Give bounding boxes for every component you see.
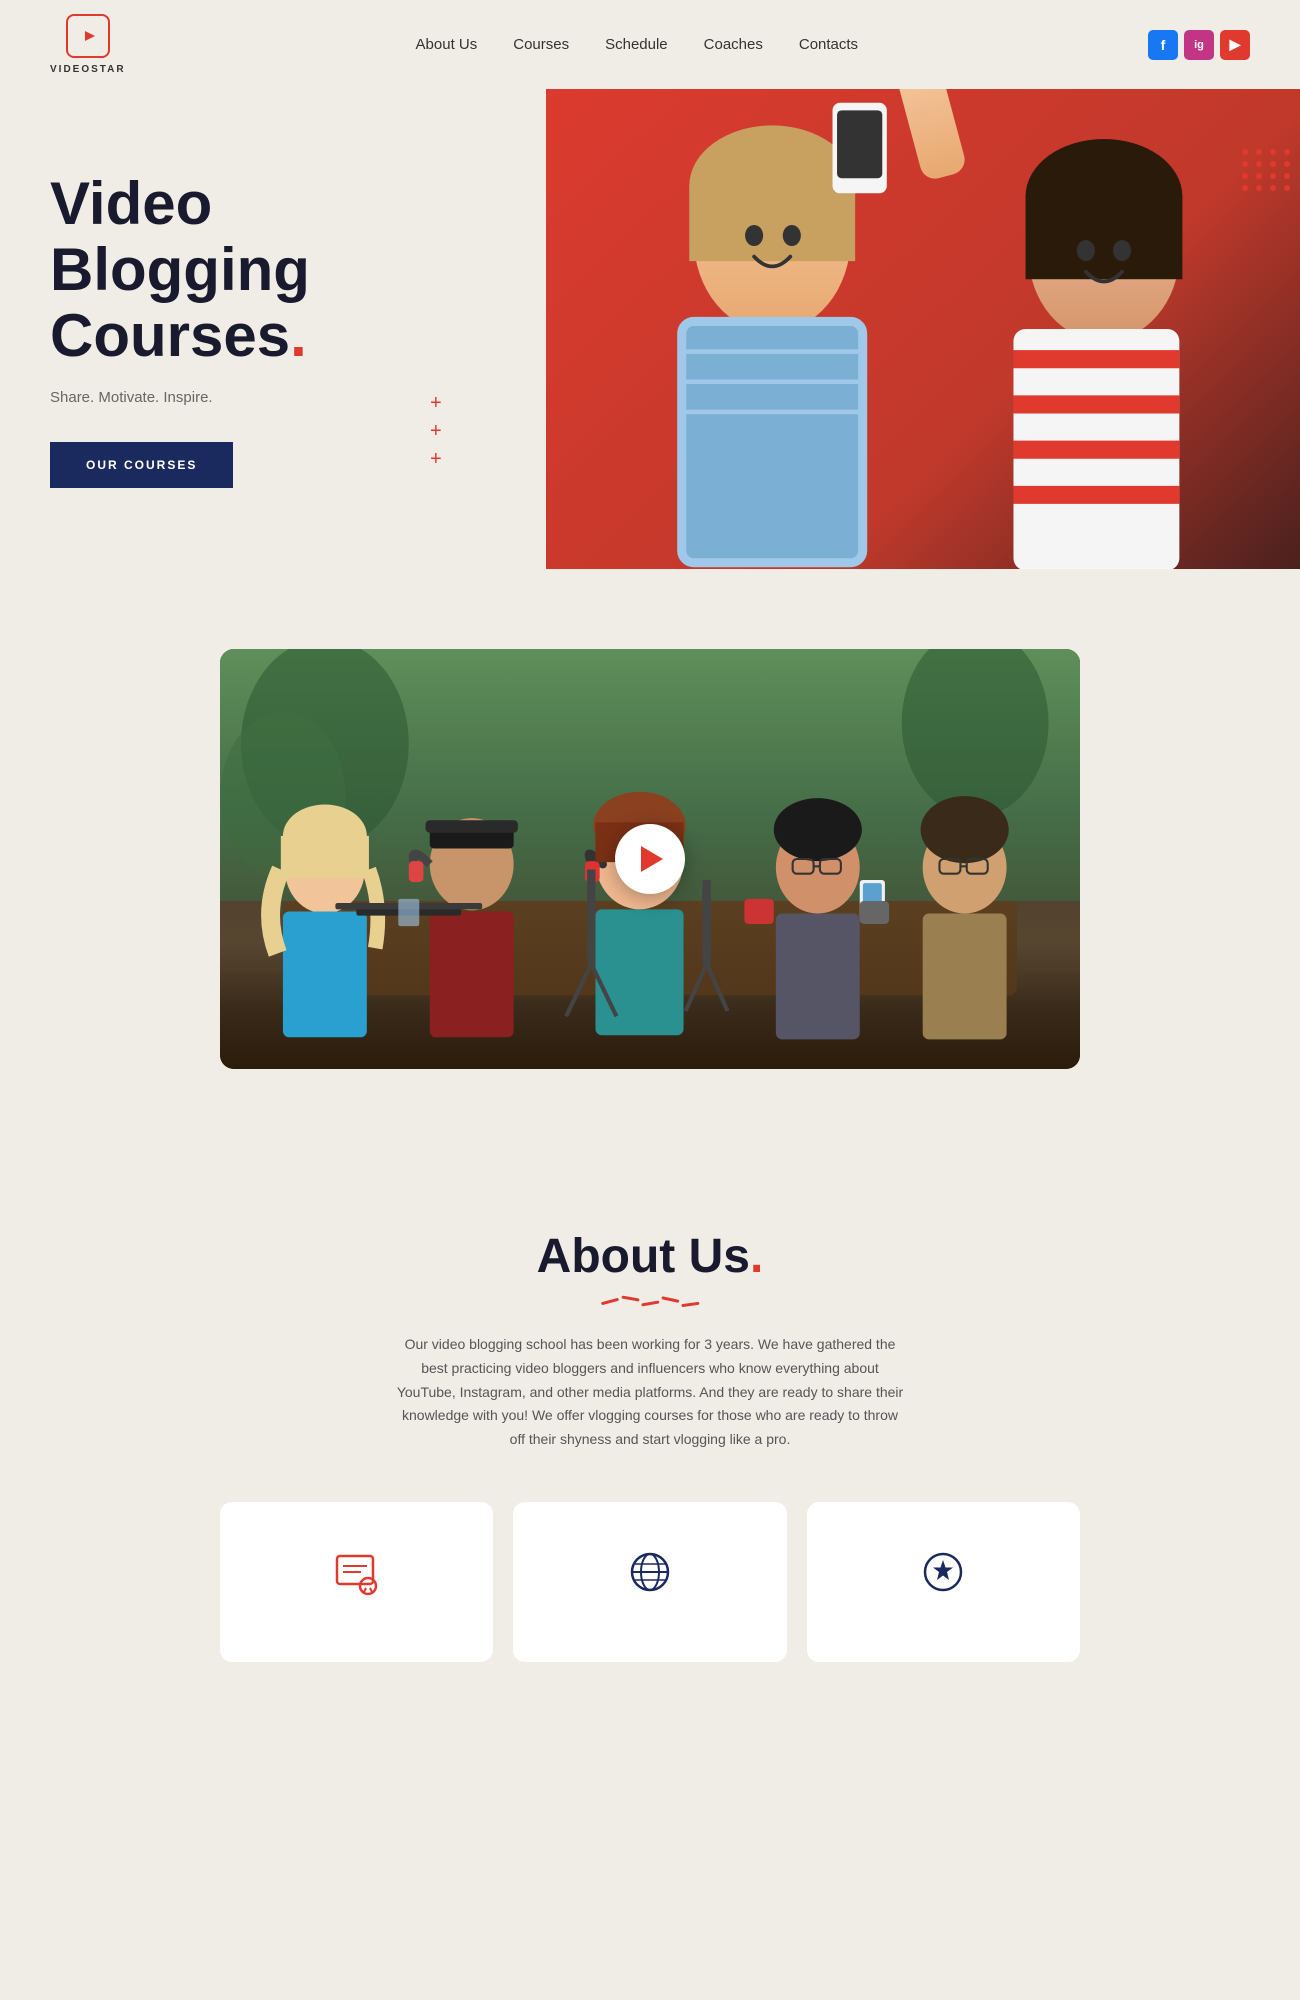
youtube-icon[interactable]: ▶ — [1220, 30, 1250, 60]
nav-link-coaches[interactable]: Coaches — [704, 36, 763, 53]
play-button[interactable] — [615, 824, 685, 894]
deco-dots-right — [1242, 149, 1292, 191]
nav-link-courses[interactable]: Courses — [513, 36, 569, 53]
social-icons: f ig ▶ — [1148, 30, 1250, 60]
about-section: About Us. Our video blogging school has … — [0, 1149, 1300, 1742]
about-dot: . — [750, 1230, 763, 1283]
nav-item-schedule[interactable]: Schedule — [605, 36, 668, 54]
nav-item-courses[interactable]: Courses — [513, 36, 569, 54]
about-description: Our video blogging school has been worki… — [395, 1333, 905, 1452]
title-dot: . — [290, 302, 307, 369]
nav-item-about[interactable]: About Us — [416, 36, 478, 54]
nav-link-about[interactable]: About Us — [416, 36, 478, 53]
nav-link-contacts[interactable]: Contacts — [799, 36, 858, 53]
hero-photo-inner — [546, 89, 1300, 569]
hero-section: Video Blogging Courses. Share. Motivate.… — [0, 89, 1300, 569]
about-title: About Us. — [50, 1229, 1250, 1284]
nav-link-schedule[interactable]: Schedule — [605, 36, 668, 53]
hero-illustration — [546, 89, 1300, 569]
wave-decoration — [601, 1300, 699, 1303]
video-container — [220, 649, 1080, 1069]
logo-icon — [66, 14, 110, 58]
hero-photo — [546, 89, 1300, 569]
logo-text: VIDEOSTAR — [50, 64, 126, 75]
video-section — [0, 569, 1300, 1149]
info-card-star — [807, 1502, 1080, 1662]
star-icon — [913, 1542, 973, 1602]
our-courses-button[interactable]: OUR COURSES — [50, 442, 233, 488]
about-divider — [50, 1300, 1250, 1303]
hero-title: Video Blogging Courses. — [50, 171, 470, 369]
globe-icon — [620, 1542, 680, 1602]
hero-content: Video Blogging Courses. Share. Motivate.… — [50, 171, 470, 488]
nav-links: About Us Courses Schedule Coaches Contac… — [416, 36, 859, 54]
diploma-icon — [327, 1542, 387, 1602]
nav-item-coaches[interactable]: Coaches — [704, 36, 763, 54]
instagram-icon[interactable]: ig — [1184, 30, 1214, 60]
logo[interactable]: VIDEOSTAR — [50, 14, 126, 75]
facebook-icon[interactable]: f — [1148, 30, 1178, 60]
cards-row — [220, 1502, 1080, 1682]
navbar: VIDEOSTAR About Us Courses Schedule Coac… — [0, 0, 1300, 89]
play-icon — [641, 846, 663, 872]
info-card-globe — [513, 1502, 786, 1662]
nav-item-contacts[interactable]: Contacts — [799, 36, 858, 54]
hero-subtitle: Share. Motivate. Inspire. — [50, 389, 470, 406]
info-card-diploma — [220, 1502, 493, 1662]
